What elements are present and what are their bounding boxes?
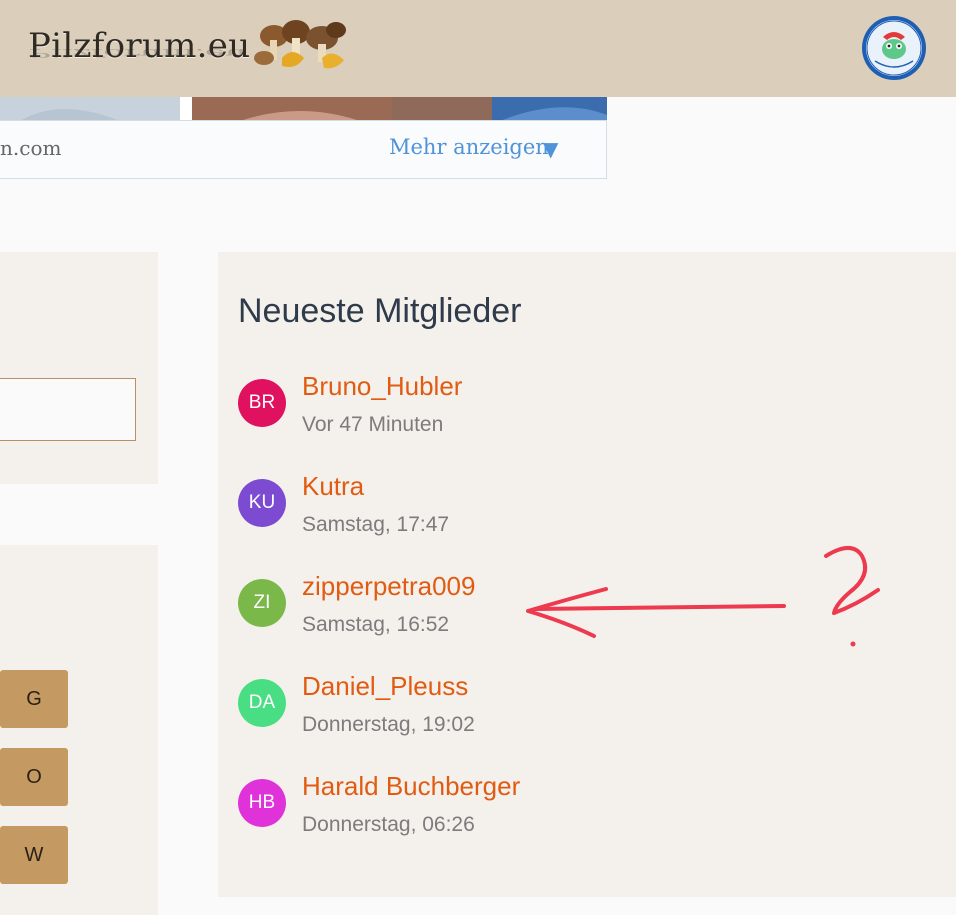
member-join-time: Samstag, 16:52	[302, 613, 450, 636]
member-avatar[interactable]: DA	[238, 679, 286, 727]
member-name-link[interactable]: zipperpetra009	[302, 571, 475, 602]
member-avatar[interactable]: HB	[238, 779, 286, 827]
newest-members-title: Neueste Mitglieder	[238, 292, 522, 330]
letter-button-o[interactable]: O	[0, 748, 68, 806]
member-join-time: Vor 47 Minuten	[302, 413, 444, 436]
member-name-link[interactable]: Harald Buchberger	[302, 771, 520, 802]
left-panel-top	[0, 252, 158, 484]
site-header: Pilzforum.eu Pilzforum.eu	[0, 0, 956, 97]
user-avatar-icon[interactable]	[861, 15, 927, 81]
member-item: KU Kutra Samstag, 17:47	[238, 471, 738, 559]
member-avatar[interactable]: KU	[238, 479, 286, 527]
member-item: ZI zipperpetra009 Samstag, 16:52	[238, 571, 738, 659]
member-item: DA Daniel_Pleuss Donnerstag, 19:02	[238, 671, 738, 759]
letter-button-w[interactable]: W	[0, 826, 68, 884]
search-input[interactable]	[0, 378, 136, 441]
show-more-button[interactable]: Mehr anzeigen	[389, 135, 549, 159]
chevron-down-icon[interactable]: ▼	[543, 137, 558, 161]
member-name-link[interactable]: Daniel_Pleuss	[302, 671, 468, 702]
mushroom-logo-icon[interactable]	[252, 18, 350, 74]
logo-reflection: Pilzforum.eu	[28, 46, 247, 60]
banner-photo	[0, 97, 607, 121]
letter-button-g[interactable]: G	[0, 670, 68, 728]
banner: n.com Mehr anzeigen ▼	[0, 97, 607, 179]
member-avatar[interactable]: BR	[238, 379, 286, 427]
member-name-link[interactable]: Bruno_Hubler	[302, 371, 462, 402]
member-item: BR Bruno_Hubler Vor 47 Minuten	[238, 371, 738, 459]
member-name-link[interactable]: Kutra	[302, 471, 364, 502]
member-item: HB Harald Buchberger Donnerstag, 06:26	[238, 771, 738, 859]
member-avatar[interactable]: ZI	[238, 579, 286, 627]
member-join-time: Donnerstag, 06:26	[302, 813, 475, 836]
banner-url-text: n.com	[0, 136, 62, 160]
member-join-time: Samstag, 17:47	[302, 513, 450, 536]
member-join-time: Donnerstag, 19:02	[302, 713, 475, 736]
